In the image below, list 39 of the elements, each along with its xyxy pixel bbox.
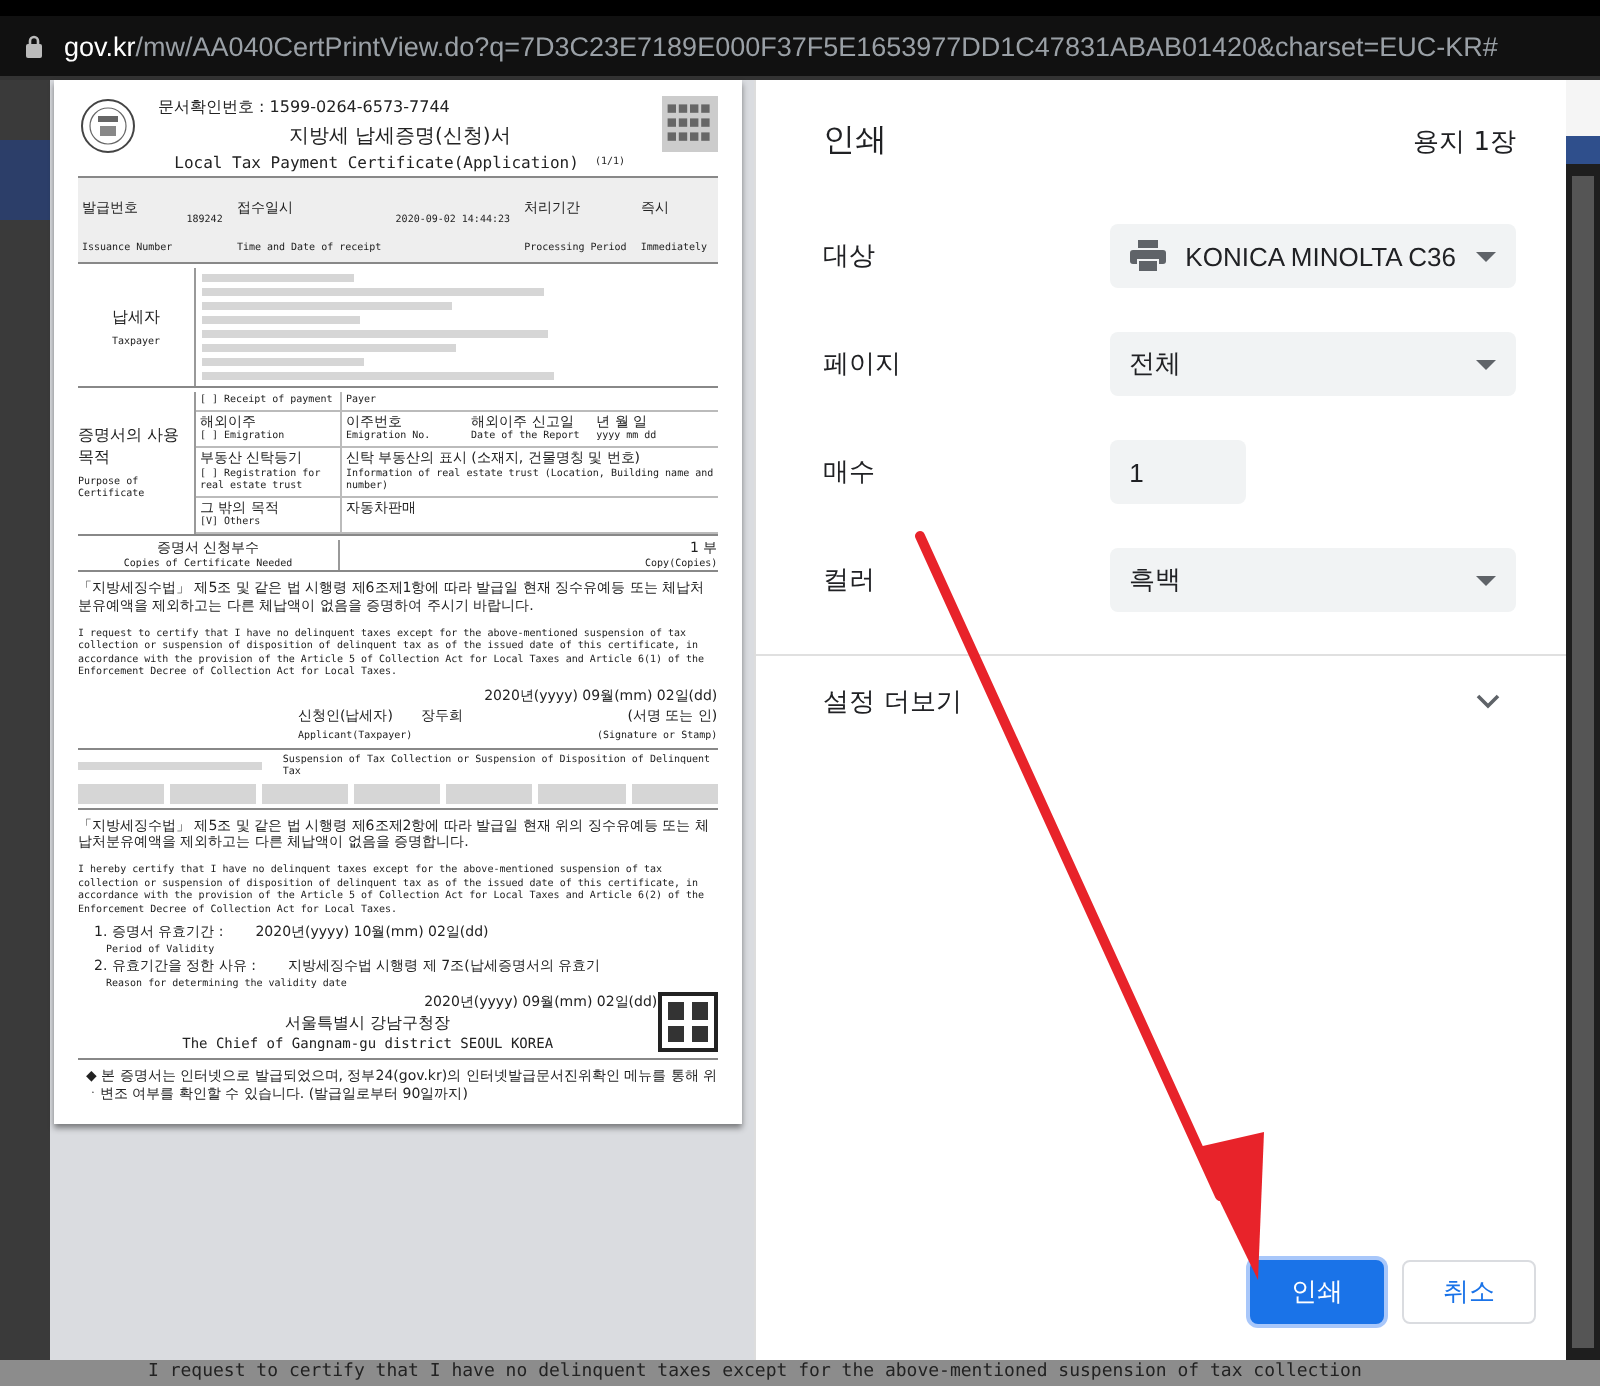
taxpayer-label: 납세자 bbox=[112, 305, 160, 328]
dialog-title: 인쇄 bbox=[823, 120, 888, 162]
document-number: 문서확인번호 : 1599-0264-6573-7744 bbox=[158, 96, 452, 118]
purpose-label: 증명서의 사용 목적 bbox=[78, 423, 182, 468]
blurred-text bbox=[170, 783, 257, 803]
dropdown-caret-icon bbox=[1476, 359, 1496, 369]
issuer-name: 서울특별시 강남구청장 bbox=[283, 1012, 453, 1035]
cancel-button[interactable]: 취소 bbox=[1402, 1260, 1536, 1324]
document-title-english: Local Tax Payment Certificate(Application) bbox=[174, 154, 579, 172]
more-settings-toggle[interactable]: 설정 더보기 bbox=[755, 656, 1566, 748]
official-stamp-icon bbox=[657, 992, 718, 1053]
dropdown-caret-icon bbox=[1476, 575, 1496, 585]
setting-dropdown[interactable]: KONICA MINOLTA C36 bbox=[1109, 224, 1516, 288]
setting-dropdown[interactable]: 전체 bbox=[1109, 332, 1516, 396]
dropdown-caret-icon bbox=[1476, 251, 1496, 261]
lock-icon bbox=[24, 34, 44, 58]
blurred-text bbox=[631, 783, 718, 803]
blurred-text bbox=[78, 783, 165, 803]
setting-label: 컬러 bbox=[823, 564, 878, 598]
setting-dropdown[interactable]: 흑백 bbox=[1109, 548, 1516, 612]
blurred-text bbox=[354, 783, 441, 803]
blurred-text bbox=[446, 783, 533, 803]
scrollbar[interactable] bbox=[1572, 176, 1594, 1348]
copies-input[interactable]: 1 bbox=[1109, 440, 1246, 504]
sheet-count: 용지 1장 bbox=[1413, 125, 1516, 159]
setting-label: 대상 bbox=[823, 240, 878, 274]
site-header-band bbox=[0, 140, 50, 220]
site-nav-band bbox=[1566, 136, 1600, 164]
printer-icon bbox=[1129, 240, 1166, 272]
qr-code-icon bbox=[661, 96, 718, 152]
document-title: 지방세 납세증명(신청)서 bbox=[286, 124, 513, 150]
print-button[interactable]: 인쇄 bbox=[1250, 1260, 1384, 1324]
page-text: I request to certify that I have no delinquent taxes except for the above-mentioned suspension of tax collection bbox=[148, 1362, 1362, 1384]
blurred-text bbox=[538, 783, 626, 803]
chevron-icon bbox=[1476, 694, 1500, 710]
seal-icon bbox=[78, 96, 138, 156]
setting-label: 페이지 bbox=[823, 348, 904, 382]
setting-label: 매수 bbox=[823, 456, 878, 490]
blurred-text bbox=[262, 783, 349, 803]
